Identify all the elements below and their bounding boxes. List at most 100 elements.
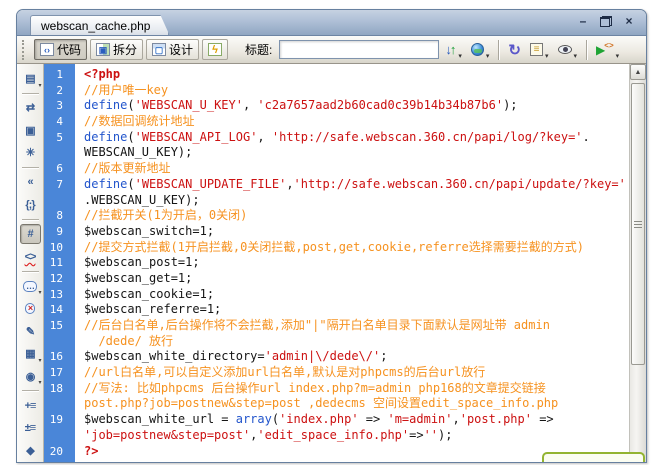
highlight-invalid-code-icon[interactable]: <> xyxy=(20,246,41,267)
code-line-text: WEBSCAN_U_KEY); xyxy=(84,145,193,160)
toolbar-separator xyxy=(498,39,500,60)
code-line-text: define('WEBSCAN_UPDATE_FILE','http://saf… xyxy=(84,176,626,191)
toolbar-separator xyxy=(586,39,588,60)
open-documents-icon: ▤ xyxy=(25,72,35,85)
code-row[interactable]: 8 //拦截开关(1为开启，0关闭) xyxy=(44,208,629,224)
document-toolbar: ‹› 代码 ▣ 拆分 ▢ 设计 ϟ 标题: ↓ ↑ ▾ ▾ ↻ ≡ ▾ ▾ ▶ … xyxy=(17,36,646,64)
indent-code-icon: +≡ xyxy=(24,399,37,412)
thumb-grip-icon xyxy=(634,220,642,228)
code-row[interactable]: 18 //写法: 比如phpcms 后台操作url index.php?m=adm… xyxy=(44,381,629,397)
file-upload-icon: ↑ xyxy=(449,42,457,57)
file-management-button[interactable]: ↓ ↑ ▾ xyxy=(442,39,465,61)
code-row[interactable]: 1 <?php xyxy=(44,67,629,83)
outdent-code-icon: ±≡ xyxy=(24,422,37,435)
code-line-text: $webscan_cookie=1; xyxy=(84,286,215,301)
scrollbar-thumb[interactable] xyxy=(631,83,645,365)
refresh-icon: ↻ xyxy=(508,41,521,59)
restore-button[interactable] xyxy=(599,14,613,28)
live-view-button[interactable]: ϟ xyxy=(202,39,229,60)
code-line-text: define('WEBSCAN_U_KEY', 'c2a7657aad2b60c… xyxy=(84,98,518,113)
title-input[interactable] xyxy=(279,40,440,59)
select-parent-tag-icon[interactable]: « xyxy=(20,172,41,193)
open-documents-icon[interactable]: ▤ ▾ xyxy=(20,68,41,89)
code-row[interactable]: /dede/ 放行 xyxy=(44,334,629,350)
chevron-down-icon: ▾ xyxy=(485,52,490,60)
close-button[interactable]: × xyxy=(622,14,636,28)
outdent-code-icon[interactable]: ±≡ xyxy=(20,418,41,439)
live-view-icon: ϟ xyxy=(208,43,223,56)
scroll-up-button[interactable]: ▲ xyxy=(630,64,646,80)
design-view-icon: ▢ xyxy=(152,43,167,56)
window-controls: – × xyxy=(576,14,636,28)
code-line-text: ?> xyxy=(84,443,99,458)
code-row[interactable]: 10 //提交方式拦截(1开启拦截,0关闭拦截,post,get,cookie,r… xyxy=(44,240,629,256)
code-row[interactable]: 11 $webscan_post=1; xyxy=(44,255,629,271)
code-row[interactable]: 5 define('WEBSCAN_API_LOG', 'http://safe.… xyxy=(44,130,629,146)
remove-comment-icon: × xyxy=(24,303,36,315)
code-row[interactable]: WEBSCAN_U_KEY); xyxy=(44,145,629,161)
collapse-selection-icon[interactable]: ▣ xyxy=(20,120,41,141)
view-options-button[interactable]: ≡ ▾ xyxy=(527,39,552,61)
document-tab[interactable]: webscan_cache.php xyxy=(30,15,169,35)
code-line-text: //提交方式拦截(1开启拦截,0关闭拦截,post,get,cookie,ref… xyxy=(84,239,584,254)
wrap-tag-icon[interactable]: ✎ xyxy=(20,321,41,342)
code-row[interactable]: 6 //版本更新地址 xyxy=(44,161,629,177)
line-number: 17 xyxy=(49,366,63,380)
code-line-text: //后台白名单,后台操作将不会拦截,添加"|"隔开白名单目录下面默认是网址带 a… xyxy=(84,318,550,332)
code-row[interactable]: 7 define('WEBSCAN_UPDATE_FILE','http://sa… xyxy=(44,177,629,193)
apply-comment-icon: … xyxy=(23,280,37,292)
design-view-button[interactable]: ▢ 设计 xyxy=(146,39,200,60)
format-source-code-icon[interactable]: ◆ xyxy=(20,440,41,461)
expand-all-icon[interactable]: ✳ xyxy=(20,142,41,163)
move-css-icon[interactable]: ◉ ▾ xyxy=(20,366,42,387)
wrap-tag-icon: ✎ xyxy=(25,325,35,338)
line-number: 6 xyxy=(56,162,63,176)
code-row[interactable]: 15 //后台白名单,后台操作将不会拦截,添加"|"隔开白名单目录下面默认是网址带… xyxy=(44,318,629,334)
vertical-scrollbar[interactable]: ▲ xyxy=(629,64,646,462)
code-row[interactable]: 4 //数据回调统计地址 xyxy=(44,114,629,130)
code-row[interactable]: 9 $webscan_switch=1; xyxy=(44,224,629,240)
code-row[interactable]: 2 //用户唯一key xyxy=(44,83,629,99)
code-row[interactable]: .WEBSCAN_U_KEY); xyxy=(44,193,629,209)
code-row[interactable]: 17 //url白名单,可以自定义添加url白名单,默认是对phpcms的后台ur… xyxy=(44,365,629,381)
check-browser-compatibility-button[interactable]: ▶ <> ▾ xyxy=(593,39,622,61)
split-view-button[interactable]: ▣ 拆分 xyxy=(90,39,144,60)
split-view-icon: ▣ xyxy=(96,43,111,56)
balance-braces-icon[interactable]: {;} xyxy=(20,194,41,215)
code-row[interactable]: 'job=postnew&step=post','edit_space_info… xyxy=(44,428,629,444)
visual-aids-button[interactable]: ▾ xyxy=(555,39,581,61)
select-parent-tag-icon: « xyxy=(27,176,33,189)
remove-comment-icon[interactable]: × xyxy=(20,298,41,319)
code-line-text: $webscan_white_directory='admin|\/dede\/… xyxy=(84,349,388,364)
coding-toolbar: ▤ ▾ ⇄ ▣ ✳ «{;} # <>… ▾ × ✎ ▦ ▾ ◉ ▾ +≡ ±≡ ◆ xyxy=(17,64,44,462)
indent-code-icon[interactable]: +≡ xyxy=(20,395,41,416)
chevron-down-icon: ▾ xyxy=(38,380,42,387)
code-row[interactable]: 14 $webscan_referre=1; xyxy=(44,302,629,318)
code-row[interactable]: 12 $webscan_get=1; xyxy=(44,271,629,287)
collapse-full-tag-icon[interactable]: ⇄ xyxy=(20,97,41,118)
preview-in-browser-button[interactable]: ▾ xyxy=(468,39,493,61)
apply-comment-icon[interactable]: … ▾ xyxy=(20,276,42,296)
code-editor[interactable]: 1 <?php 2 //用户唯一key 3 define('WEBSCAN_U_KEY',… xyxy=(44,64,629,462)
code-line-text: $webscan_white_url = array('index.php' =… xyxy=(84,412,554,427)
balance-braces-icon: {;} xyxy=(25,198,35,211)
code-row[interactable]: 19 $webscan_white_url = array('index.php'… xyxy=(44,412,629,428)
chevron-down-icon: ▾ xyxy=(545,52,549,60)
code-row[interactable]: 16 $webscan_white_directory='admin|\/dede… xyxy=(44,349,629,365)
toolbar-grip[interactable] xyxy=(22,39,28,60)
code-row[interactable]: 3 define('WEBSCAN_U_KEY', 'c2a7657aad2b60… xyxy=(44,98,629,114)
cutoff-green-panel xyxy=(542,452,645,462)
refresh-button[interactable]: ↻ xyxy=(505,39,524,61)
line-number: 9 xyxy=(56,224,63,238)
code-row[interactable]: 13 $webscan_cookie=1; xyxy=(44,287,629,303)
code-line-text: post.php?job=postnew&step=post ,dedecms … xyxy=(84,396,559,411)
code-view-button[interactable]: ‹› 代码 xyxy=(34,39,88,60)
recent-snippets-icon[interactable]: ▦ ▾ xyxy=(20,343,41,364)
toolbar-separator xyxy=(21,270,39,272)
titlebar: webscan_cache.php – × xyxy=(17,10,646,36)
line-number: 16 xyxy=(49,350,63,364)
minimize-button[interactable]: – xyxy=(576,14,590,28)
screenshot-canvas: webscan_cache.php – × ‹› 代码 ▣ 拆分 ▢ 设计 ϟ … xyxy=(0,0,651,465)
line-numbers-icon[interactable]: # xyxy=(19,223,41,245)
code-row[interactable]: post.php?job=postnew&step=post ,dedecms … xyxy=(44,396,629,412)
